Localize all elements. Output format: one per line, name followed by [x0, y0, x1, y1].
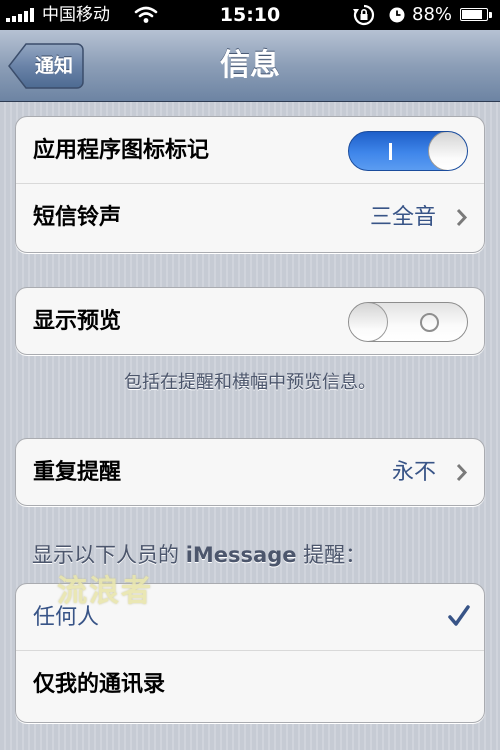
option-contacts-only-label: 仅我的通讯录: [33, 672, 166, 697]
switch-on-mark: [389, 143, 392, 160]
option-contacts-only-row[interactable]: 仅我的通讯录: [16, 651, 484, 718]
show-preview-switch[interactable]: [348, 302, 468, 342]
imessage-header-prefix: 显示以下人员的: [32, 543, 179, 567]
settings-group-repeat: 重复提醒 永不: [15, 438, 485, 506]
rotation-lock-icon: [352, 4, 376, 30]
text-tone-value: 三全音: [369, 205, 436, 230]
badge-app-icon-label: 应用程序图标标记: [33, 138, 210, 163]
settings-group-preview: 显示预览: [15, 287, 485, 355]
badge-app-icon-row: 应用程序图标标记: [16, 117, 484, 184]
imessage-header-bold: iMessage: [185, 543, 297, 567]
chevron-right-icon: [456, 463, 468, 486]
battery-tip: [489, 12, 492, 18]
battery-percent: 88%: [412, 4, 453, 25]
repeat-alert-value: 永不: [391, 460, 436, 485]
navigation-bar: 通知 信息: [0, 30, 500, 102]
repeat-alert-row[interactable]: 重复提醒 永不: [16, 439, 484, 505]
page-title: 信息: [220, 48, 280, 83]
status-bar: 中国移动 15:10 88%: [0, 0, 500, 30]
show-preview-row: 显示预览: [16, 288, 484, 354]
alarm-icon: [388, 6, 406, 28]
switch-knob[interactable]: [349, 303, 388, 341]
battery-icon: [460, 8, 488, 21]
show-preview-label: 显示预览: [33, 309, 122, 334]
chevron-right-icon: [456, 208, 468, 231]
checkmark-icon: [448, 604, 470, 632]
repeat-alert-label: 重复提醒: [33, 460, 122, 485]
settings-group-badge-ringtone: 应用程序图标标记 短信铃声 三全音: [15, 116, 485, 253]
watermark-text: 流浪者: [57, 574, 153, 609]
text-tone-label: 短信铃声: [33, 205, 122, 230]
switch-off-mark: [420, 313, 439, 332]
badge-app-icon-switch[interactable]: [348, 131, 468, 171]
show-preview-footer: 包括在提醒和横幅中预览信息。: [124, 372, 376, 393]
imessage-header-suffix: 提醒：: [303, 543, 367, 567]
text-tone-row[interactable]: 短信铃声 三全音: [16, 184, 484, 251]
imessage-section-header: 显示以下人员的 iMessage 提醒：: [32, 539, 366, 569]
switch-knob[interactable]: [428, 132, 467, 170]
